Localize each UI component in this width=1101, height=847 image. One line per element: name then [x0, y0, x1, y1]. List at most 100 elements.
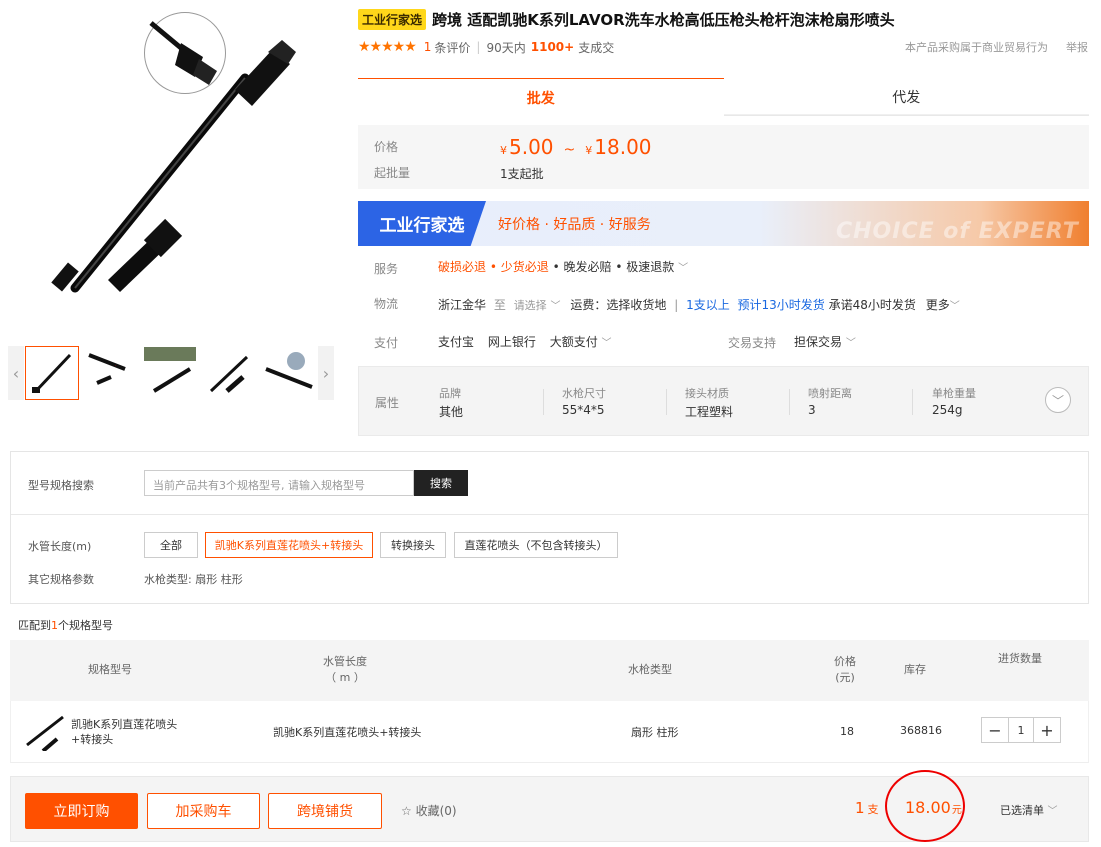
trade-support-row[interactable]: 担保交易 ﹀	[794, 333, 856, 350]
service-item-1: 破损必退	[438, 260, 487, 274]
chevron-down-icon: ﹀	[1047, 806, 1058, 817]
th-hose-label: 水管长度	[323, 655, 367, 668]
thumbnail-5[interactable]	[261, 346, 315, 400]
service-item-4: 极速退款	[626, 260, 675, 274]
favorite-link[interactable]: ☆ 收藏(0)	[401, 802, 457, 819]
th-price-label: 价格	[834, 655, 856, 668]
thumbnail-4[interactable]	[202, 346, 256, 400]
ship-qty: 1支以上	[686, 298, 730, 312]
th-qty: 进货数量	[998, 652, 1042, 665]
th-stock: 库存	[904, 663, 926, 676]
chevron-down-icon[interactable]: ﹀	[551, 301, 561, 312]
price-label: 价格	[374, 140, 399, 154]
ship-to: 至	[493, 298, 506, 312]
attr-value: 其他	[439, 405, 464, 419]
thumbnail-1[interactable]	[25, 346, 79, 400]
tab-wholesale[interactable]: 批发	[358, 78, 724, 116]
service-label: 服务	[374, 262, 399, 276]
total-qty-unit: 支	[867, 803, 879, 816]
option-all[interactable]: 全部	[144, 532, 198, 558]
chevron-left-icon[interactable]: ‹	[8, 346, 24, 400]
attr-name: 水枪尺寸	[562, 387, 606, 400]
expert-badge: 工业行家选	[358, 8, 427, 30]
th-gun-type: 水枪类型	[628, 663, 672, 676]
ship-origin: 浙江金华	[438, 298, 487, 312]
product-title: 跨境 适配凯驰K系列LAVOR洗车水枪高低压枪头枪杆泡沫枪扇形喷头	[432, 10, 895, 29]
report-link[interactable]: 举报	[1066, 39, 1088, 55]
row-model: 凯驰K系列直莲花喷头+转接头	[71, 718, 178, 746]
selected-list[interactable]: 已选清单 ﹀	[1000, 802, 1058, 818]
logistics-more[interactable]: 更多	[926, 298, 950, 312]
hose-length-label: 水管长度(m)	[28, 540, 92, 553]
pay-bank: 网上银行	[487, 335, 536, 349]
banner-watermark: CHOICE of EXPERT	[836, 219, 1079, 244]
row-gun-type: 扇形 柱形	[631, 726, 679, 739]
region-select[interactable]: 请选择	[514, 299, 547, 312]
attr-value: 3	[808, 403, 816, 417]
thumbnail-3[interactable]	[143, 346, 197, 400]
review-count[interactable]: 1	[424, 40, 432, 54]
quantity-input[interactable]: 1	[1008, 718, 1034, 742]
minus-icon[interactable]: −	[982, 718, 1008, 742]
plus-icon[interactable]: +	[1034, 718, 1060, 742]
option-adapter[interactable]: 转换接头	[380, 532, 446, 558]
banner-brand: 工业行家选	[358, 201, 486, 246]
row-price: 18	[840, 725, 854, 738]
currency-symbol: ¥	[500, 144, 507, 157]
tab-dropship[interactable]: 代发	[723, 78, 1089, 116]
option-karcher-nozzle[interactable]: 凯驰K系列直莲花喷头+转接头	[205, 532, 373, 558]
match-suffix: 个规格型号	[58, 619, 113, 632]
th-hose: 水管长度 （ m ）	[280, 654, 410, 686]
attr-distance: 喷射距离 3	[808, 385, 852, 417]
highlight-circle	[885, 770, 965, 842]
total-qty: 1支	[855, 799, 879, 817]
add-cart-button[interactable]: 加采购车	[147, 793, 260, 829]
chevron-down-icon[interactable]: ﹀	[602, 338, 612, 349]
pay-large[interactable]: 大额支付	[550, 335, 598, 349]
service-items[interactable]: 破损必退 • 少货必退 • 晚发必赔 • 极速退款 ﹀	[438, 258, 688, 275]
chevron-down-icon[interactable]: ﹀	[950, 301, 960, 312]
th-price: 价格 (元)	[825, 654, 865, 686]
price-range: ¥ 5.00 ~ ¥ 18.00	[500, 135, 652, 159]
attributes-label: 属性	[375, 396, 400, 410]
price-max: 18.00	[594, 135, 652, 159]
deal-label: 支成交	[578, 40, 615, 55]
attr-name: 品牌	[439, 387, 461, 400]
row-hose: 凯驰K系列直莲花喷头+转接头	[273, 726, 422, 739]
attr-brand: 品牌 其他	[439, 385, 463, 420]
quantity-stepper: − 1 +	[981, 717, 1061, 743]
th-hose-unit: （ m ）	[325, 671, 365, 684]
review-label[interactable]: 条评价	[434, 39, 470, 56]
total-qty-value: 1	[855, 799, 865, 817]
match-prefix: 匹配到	[18, 619, 51, 632]
spec-search-button[interactable]: 搜索	[414, 470, 468, 496]
chevron-down-icon: ﹀	[678, 263, 689, 274]
moq-label: 起批量	[374, 166, 411, 180]
trade-support-label: 交易支持	[728, 336, 777, 350]
attr-weight: 单枪重量 254g	[932, 385, 976, 417]
buy-now-button[interactable]: 立即订购	[25, 793, 138, 829]
chevron-right-icon[interactable]: ›	[318, 346, 334, 400]
ship-fee[interactable]: 运费：选择收货地	[570, 298, 666, 312]
attr-value: 254g	[932, 403, 963, 417]
spec-search-input[interactable]: 当前产品共有3个规格型号, 请输入规格型号	[144, 470, 414, 496]
trade-support-value: 担保交易	[794, 335, 843, 349]
spec-filter-box: 型号规格搜索 当前产品共有3个规格型号, 请输入规格型号 搜索 水管长度(m) …	[10, 451, 1089, 604]
cross-border-button[interactable]: 跨境铺货	[268, 793, 382, 829]
logistics-row: 浙江金华 至 请选择 ﹀ 运费：选择收货地 | 1支以上 预计13小时发货 承诺…	[438, 298, 960, 312]
match-count: 匹配到1个规格型号	[18, 617, 113, 633]
rating-stars-icon: ★★★★★	[358, 39, 417, 55]
rating-line: ★★★★★ 1 条评价 | 90天内 1100+ 支成交 本产品采购属于商业贸易…	[358, 39, 1088, 56]
thumbnail-2[interactable]: ·	[84, 346, 138, 400]
star-outline-icon: ☆	[401, 804, 412, 818]
price-tilde: ~	[563, 142, 576, 158]
attr-size: 水枪尺寸 55*4*5	[562, 385, 606, 417]
expand-chevron-icon[interactable]: ﹀	[1045, 387, 1071, 413]
match-number: 1	[51, 619, 58, 632]
logistics-label: 物流	[374, 297, 399, 311]
title-line: 工业行家选 跨境 适配凯驰K系列LAVOR洗车水枪高低压枪头枪杆泡沫枪扇形喷头	[358, 8, 1088, 30]
th-model: 规格型号	[88, 663, 132, 676]
deal-count: 1100+	[530, 40, 575, 54]
option-nozzle-only[interactable]: 直莲花喷头（不包含转接头）	[454, 532, 618, 558]
expert-banner: 工业行家选 好价格 · 好品质 · 好服务 CHOICE of EXPERT	[358, 201, 1089, 246]
